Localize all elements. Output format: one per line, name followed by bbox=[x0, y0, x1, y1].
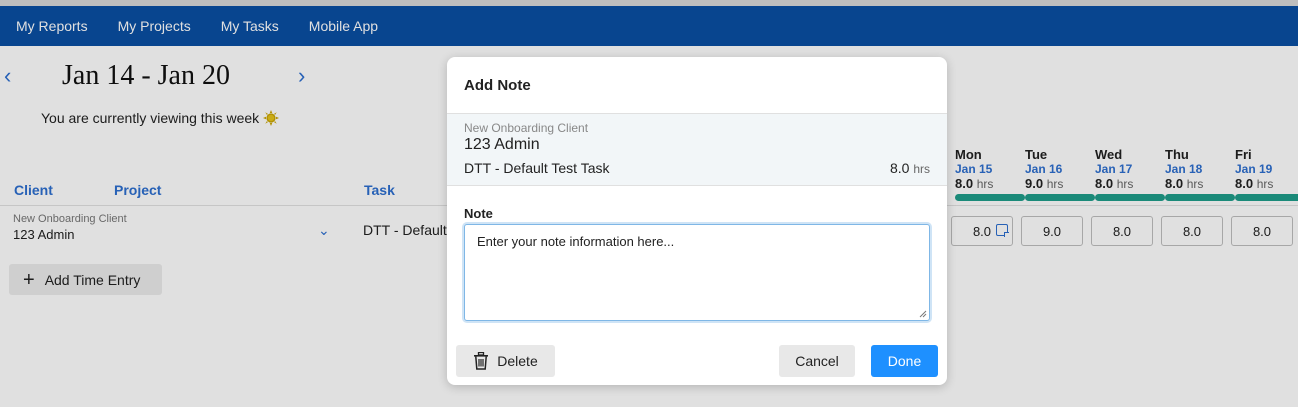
summary-task: DTT - Default Test Task bbox=[464, 160, 610, 176]
delete-button[interactable]: Delete bbox=[456, 345, 555, 377]
entry-summary: New Onboarding Client 123 Admin DTT - De… bbox=[447, 113, 947, 186]
done-button[interactable]: Done bbox=[871, 345, 938, 377]
note-label: Note bbox=[464, 206, 493, 221]
summary-hours: 8.0 hrs bbox=[889, 160, 930, 176]
add-note-dialog: Add Note New Onboarding Client 123 Admin… bbox=[447, 57, 947, 385]
trash-icon bbox=[474, 352, 489, 370]
delete-label: Delete bbox=[497, 353, 538, 369]
cancel-button[interactable]: Cancel bbox=[779, 345, 855, 377]
note-textarea[interactable]: Enter your note information here... bbox=[464, 224, 930, 321]
summary-project: 123 Admin bbox=[464, 136, 540, 153]
dialog-title: Add Note bbox=[464, 77, 531, 94]
summary-client: New Onboarding Client bbox=[464, 121, 589, 135]
resize-grip-icon[interactable] bbox=[919, 310, 927, 318]
